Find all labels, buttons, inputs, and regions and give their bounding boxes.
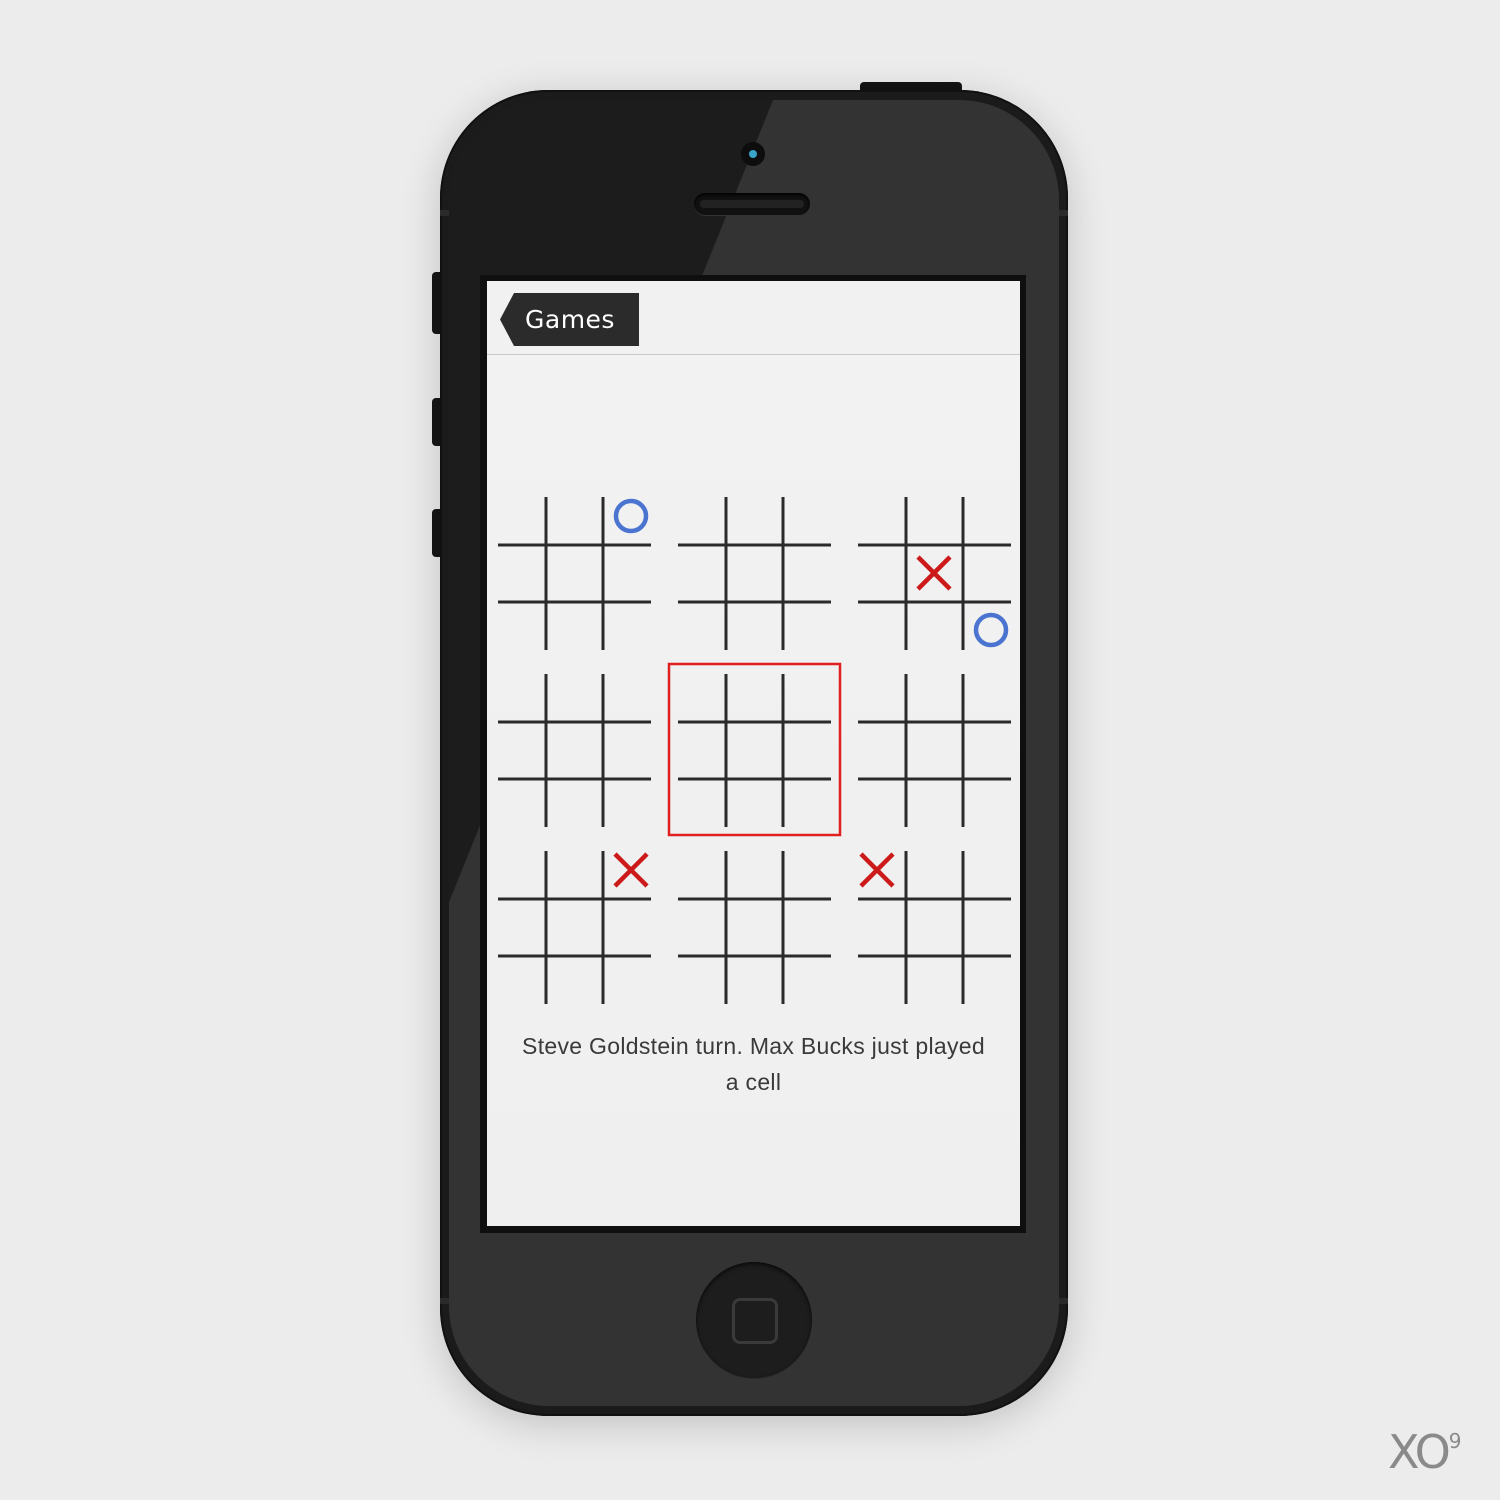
board-cell[interactable] (548, 604, 600, 656)
board-cell[interactable] (965, 490, 1017, 542)
status-line-2: a cell (725, 1069, 782, 1095)
board-cell[interactable] (965, 958, 1017, 1010)
board-cell[interactable] (671, 781, 723, 833)
board-cell[interactable] (671, 547, 723, 599)
board-cell[interactable] (965, 667, 1017, 719)
board-cell[interactable] (851, 604, 903, 656)
board-cell[interactable] (785, 667, 837, 719)
ultimate-tic-tac-toe-board (491, 490, 1017, 1010)
antenna-line (440, 1298, 449, 1304)
front-camera-icon (741, 142, 765, 166)
home-button-icon (732, 1298, 778, 1344)
logo-text: XO (1388, 1425, 1451, 1479)
board-cell[interactable] (965, 844, 1017, 896)
stage: Games Steve Goldstein turn. Max Bucks ju… (0, 0, 1500, 1500)
board-cell[interactable] (605, 781, 657, 833)
board-cell[interactable] (728, 724, 780, 776)
board-cell[interactable] (605, 724, 657, 776)
board-cell[interactable] (785, 724, 837, 776)
board-cell[interactable] (671, 604, 723, 656)
board-cell[interactable] (491, 667, 543, 719)
xo9-logo: XO9 (1388, 1425, 1462, 1479)
board-cell[interactable] (785, 604, 837, 656)
board-cell[interactable] (548, 490, 600, 542)
board-cell[interactable] (785, 490, 837, 542)
turn-status: Steve Goldstein turn. Max Bucks just pla… (487, 1028, 1020, 1100)
board-cell[interactable] (605, 901, 657, 953)
board-cell[interactable] (548, 547, 600, 599)
board-cell[interactable] (605, 667, 657, 719)
antenna-line (440, 210, 449, 216)
board-cell[interactable] (605, 958, 657, 1010)
board-cell[interactable] (785, 901, 837, 953)
board-cell[interactable] (908, 667, 960, 719)
board-cell[interactable] (548, 901, 600, 953)
board-cell[interactable] (851, 781, 903, 833)
board-cell[interactable] (728, 604, 780, 656)
board-cell[interactable] (491, 604, 543, 656)
board-cell[interactable] (605, 604, 657, 656)
home-button[interactable] (696, 1262, 812, 1378)
board-cell[interactable] (965, 901, 1017, 953)
board-cell[interactable] (605, 547, 657, 599)
board-cell[interactable] (548, 844, 600, 896)
board-cell[interactable] (785, 844, 837, 896)
board-cell[interactable] (851, 667, 903, 719)
board-cell[interactable] (728, 547, 780, 599)
logo-superscript: 9 (1448, 1428, 1462, 1453)
board-cell[interactable] (671, 958, 723, 1010)
board-cell[interactable] (851, 958, 903, 1010)
earpiece-speaker (694, 193, 810, 215)
board-cell[interactable] (671, 844, 723, 896)
board-cell[interactable] (851, 901, 903, 953)
board-cell[interactable] (851, 490, 903, 542)
status-line-1: Steve Goldstein turn. Max Bucks just pla… (522, 1033, 985, 1059)
board-cell[interactable] (908, 724, 960, 776)
board-cell[interactable] (491, 901, 543, 953)
board-cell[interactable] (965, 547, 1017, 599)
board-cell[interactable] (728, 781, 780, 833)
board-cell[interactable] (785, 781, 837, 833)
board-cell[interactable] (671, 724, 723, 776)
board-cell[interactable] (728, 958, 780, 1010)
board-cell[interactable] (671, 490, 723, 542)
board-cell[interactable] (908, 958, 960, 1010)
board-cell[interactable] (491, 547, 543, 599)
antenna-line (1059, 1298, 1068, 1304)
board-cell[interactable] (491, 958, 543, 1010)
board-cell[interactable] (785, 547, 837, 599)
board-cell[interactable] (548, 724, 600, 776)
board-cell[interactable] (548, 958, 600, 1010)
board-cell[interactable] (728, 844, 780, 896)
board-cell[interactable] (965, 604, 1017, 656)
antenna-line (1059, 210, 1068, 216)
board-cell[interactable] (851, 547, 903, 599)
board-cell[interactable] (965, 781, 1017, 833)
board-cell[interactable] (671, 667, 723, 719)
board-cell[interactable] (605, 490, 657, 542)
app-screen: Games Steve Goldstein turn. Max Bucks ju… (487, 281, 1020, 1226)
board-cell[interactable] (491, 844, 543, 896)
board-cell[interactable] (491, 724, 543, 776)
board-cell[interactable] (728, 667, 780, 719)
board-cell[interactable] (548, 781, 600, 833)
board-cell[interactable] (908, 490, 960, 542)
board-cell[interactable] (728, 901, 780, 953)
board-cell[interactable] (908, 901, 960, 953)
board-cell[interactable] (671, 901, 723, 953)
board-cell[interactable] (491, 490, 543, 542)
board-cell[interactable] (548, 667, 600, 719)
board-cell[interactable] (728, 490, 780, 542)
board-cell[interactable] (908, 844, 960, 896)
board-cell[interactable] (491, 781, 543, 833)
board-cell[interactable] (965, 724, 1017, 776)
board-cell[interactable] (785, 958, 837, 1010)
board-cell[interactable] (908, 604, 960, 656)
board-cell[interactable] (908, 781, 960, 833)
board-cell[interactable] (851, 724, 903, 776)
